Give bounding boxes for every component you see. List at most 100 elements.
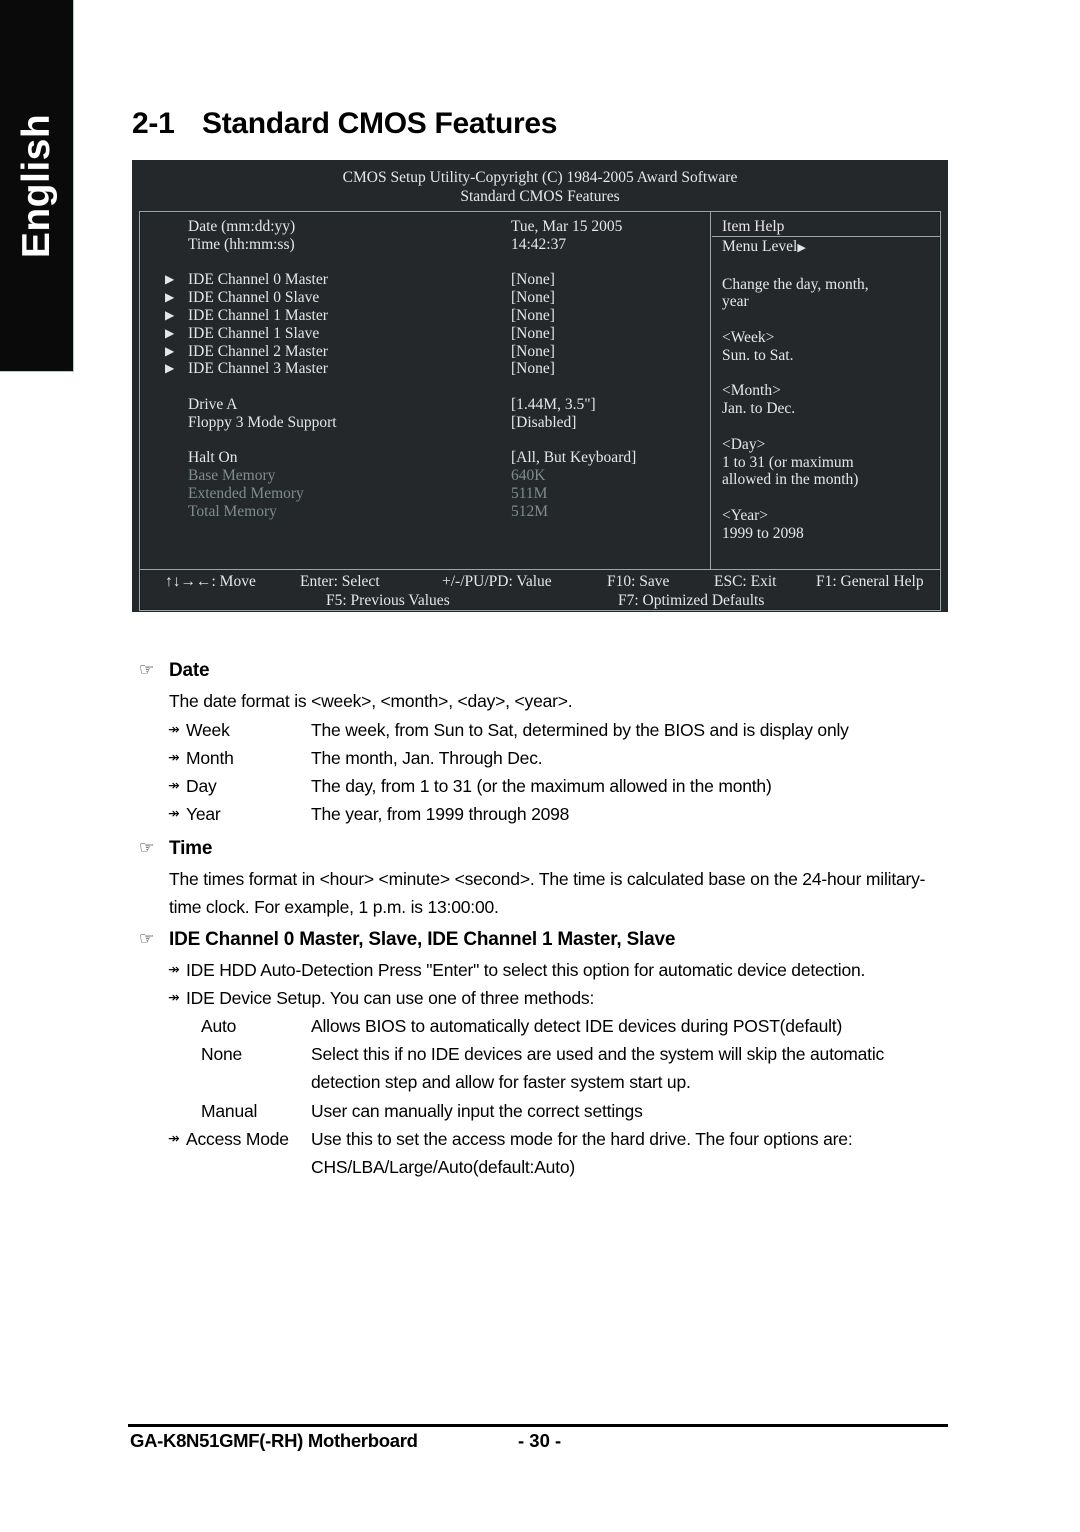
item-help-title: Item Help [712, 212, 940, 237]
bios-row-date[interactable]: Date (mm:dd:yy) Tue, Mar 15 2005 [140, 218, 710, 236]
ide-method-term-manual: Manual [201, 1101, 258, 1121]
double-arrow-icon: ↠ [168, 722, 180, 738]
key-f10: F10: Save [607, 573, 670, 590]
bios-row-value[interactable]: [Disabled] [511, 414, 576, 432]
triangle-right-icon: ▶ [165, 361, 175, 376]
bios-row-value[interactable]: 14:42:37 [511, 236, 566, 254]
bios-row-spacer [140, 432, 710, 450]
bios-row-label: Drive A [188, 395, 238, 413]
date-item-term: Year [186, 804, 221, 824]
key-value: +/-/PU/PD: Value [442, 573, 552, 590]
date-intro-text: The date format is <week>, <month>, <day… [169, 691, 573, 711]
bios-row-label: Time (hh:mm:ss) [188, 235, 295, 253]
double-arrow-icon: ↠ [168, 778, 180, 794]
bios-row-time[interactable]: Time (hh:mm:ss) 14:42:37 [140, 236, 710, 254]
bios-row-value[interactable]: Tue, Mar 15 2005 [511, 218, 622, 236]
bios-row-ide-ch1-master[interactable]: ▶ IDE Channel 1 Master [None] [140, 307, 710, 325]
date-item-desc: The week, from Sun to Sat, determined by… [311, 720, 849, 740]
item-help-line: 1999 to 2098 [722, 524, 804, 542]
pointing-hand-icon: ☞ [139, 838, 155, 858]
item-help-line: 1 to 31 (or maximum [722, 453, 854, 471]
bios-row-value[interactable]: [None] [511, 289, 555, 307]
ide-access-mode-desc-2: CHS/LBA/Large/Auto(default:Auto) [311, 1157, 576, 1177]
item-help-line: Jan. to Dec. [722, 400, 796, 418]
double-arrow-icon: ↠ [168, 1131, 180, 1147]
double-arrow-icon: ↠ [168, 750, 180, 766]
time-text-line2: time clock. For example, 1 p.m. is 13:00… [169, 897, 499, 917]
page-title-number: 2-1 [132, 107, 175, 140]
bios-settings-column: Date (mm:dd:yy) Tue, Mar 15 2005 Time (h… [140, 212, 711, 569]
bios-row-value[interactable]: [All, But Keyboard] [511, 449, 636, 467]
item-help-body: Menu Level▶ Change the day, month, year … [712, 237, 940, 543]
item-help-blank [722, 489, 940, 507]
triangle-right-icon: ▶ [165, 343, 175, 358]
bios-row-value[interactable]: [None] [511, 271, 555, 289]
bios-row-ide-ch0-slave[interactable]: ▶ IDE Channel 0 Slave [None] [140, 289, 710, 307]
bios-row-label: Base Memory [188, 467, 276, 485]
bios-row-value: 511M [511, 484, 548, 502]
bios-row-label: IDE Channel 0 Master [188, 271, 328, 289]
bios-row-value: 640K [511, 467, 546, 485]
date-item-desc: The month, Jan. Through Dec. [311, 748, 543, 768]
double-arrow-icon: ↠ [168, 990, 180, 1006]
item-help-blank [722, 311, 940, 329]
bios-row-value[interactable]: [None] [511, 307, 555, 325]
ide-method-desc-none-1: Select this if no IDE devices are used a… [311, 1044, 885, 1064]
bios-row-label: Floppy 3 Mode Support [188, 413, 337, 431]
ide-method-desc-auto: Allows BIOS to automatically detect IDE … [311, 1016, 843, 1036]
bios-header-line1: CMOS Setup Utility-Copyright (C) 1984-20… [342, 169, 738, 186]
section-heading-date: Date [169, 660, 210, 681]
item-help-blank [722, 258, 940, 276]
item-help-line: <Day> [722, 435, 766, 453]
language-tab-english: English [0, 0, 74, 372]
bios-row-floppy-3-mode-support[interactable]: Floppy 3 Mode Support [Disabled] [140, 414, 710, 432]
date-item-term: Month [186, 748, 234, 768]
ide-access-mode-term: Access Mode [186, 1129, 289, 1149]
bios-row-extended-memory: Extended Memory 511M [140, 485, 710, 503]
ide-method-term-none: None [201, 1044, 243, 1064]
date-item-desc: The day, from 1 to 31 (or the maximum al… [311, 776, 772, 796]
bios-row-ide-ch0-master[interactable]: ▶ IDE Channel 0 Master [None] [140, 271, 710, 289]
section-heading-time: Time [169, 838, 213, 859]
bios-header-line2: Standard CMOS Features [460, 188, 620, 205]
key-enter: Enter: Select [300, 573, 380, 590]
item-help-line: Sun. to Sat. [722, 346, 794, 364]
bios-row-ide-ch1-slave[interactable]: ▶ IDE Channel 1 Slave [None] [140, 325, 710, 343]
bios-row-value[interactable]: [None] [511, 325, 555, 343]
bios-body: Date (mm:dd:yy) Tue, Mar 15 2005 Time (h… [140, 212, 940, 570]
bios-row-drive-a[interactable]: Drive A [1.44M, 3.5"] [140, 396, 710, 414]
item-help-line: <Week> [722, 328, 775, 346]
bios-key-legend: ↑↓→←: Move Enter: Select +/-/PU/PD: Valu… [140, 570, 940, 610]
bios-row-label: Extended Memory [188, 484, 304, 502]
bios-row-value[interactable]: [None] [511, 343, 555, 361]
key-esc: ESC: Exit [714, 573, 777, 590]
page-title: 2-1 Standard CMOS Features [132, 107, 557, 141]
bios-row-ide-ch3-master[interactable]: ▶ IDE Channel 3 Master [None] [140, 360, 710, 378]
triangle-right-icon: ▶ [165, 307, 175, 322]
date-item-term: Week [186, 720, 230, 740]
menu-level-row: Menu Level▶ [722, 238, 940, 258]
key-move: ↑↓→←: Move [165, 573, 256, 590]
bios-row-spacer [140, 378, 710, 396]
key-f1: F1: General Help [816, 573, 924, 590]
triangle-right-icon: ▶ [165, 290, 175, 305]
bios-row-value[interactable]: [1.44M, 3.5"] [511, 396, 596, 414]
pointing-hand-icon: ☞ [139, 660, 155, 680]
ide-access-mode-desc-1: Use this to set the access mode for the … [311, 1129, 853, 1149]
bios-row-total-memory: Total Memory 512M [140, 503, 710, 521]
bios-row-spacer [140, 254, 710, 272]
bios-row-label: IDE Channel 0 Slave [188, 289, 320, 307]
triangle-right-icon: ▶ [165, 272, 175, 287]
bios-row-label: Halt On [188, 449, 238, 467]
double-arrow-icon: ↠ [168, 962, 180, 978]
bios-row-halt-on[interactable]: Halt On [All, But Keyboard] [140, 449, 710, 467]
date-item-desc: The year, from 1999 through 2098 [311, 804, 570, 824]
bios-row-value[interactable]: [None] [511, 360, 555, 378]
item-help-line: <Month> [722, 382, 781, 400]
bios-row-ide-ch2-master[interactable]: ▶ IDE Channel 2 Master [None] [140, 343, 710, 361]
triangle-right-icon: ▶ [797, 242, 806, 254]
menu-level-label: Menu Level [722, 238, 798, 255]
time-text-line1: The times format in <hour> <minute> <sec… [169, 869, 926, 889]
item-help-blank [722, 365, 940, 383]
footer-product-name: GA-K8N51GMF(-RH) Motherboard [130, 1430, 418, 1451]
